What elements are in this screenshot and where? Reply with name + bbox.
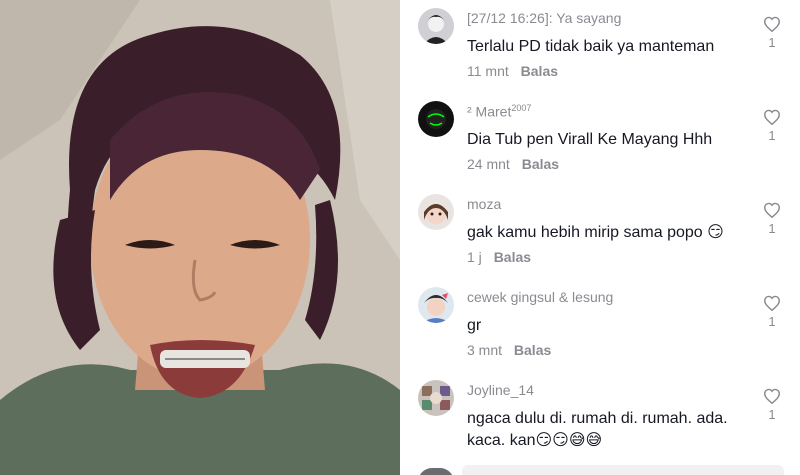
- comment-input[interactable]: [462, 465, 784, 475]
- like-count: 1: [768, 128, 776, 143]
- comment-input-bar: [400, 462, 800, 475]
- avatar[interactable]: [418, 194, 454, 230]
- comment-item: [27/12 16:26]: Ya sayang Terlalu PD tida…: [400, 0, 800, 93]
- comment-text: Dia Tub pen Virall Ke Mayang Hhh: [467, 131, 713, 148]
- comment-meta: 3 mnt Balas: [467, 342, 551, 358]
- heart-icon: [763, 16, 781, 32]
- avatar[interactable]: [418, 287, 454, 323]
- comment-username[interactable]: [27/12 16:26]: Ya sayang: [467, 10, 621, 26]
- like-count: 1: [768, 221, 776, 236]
- reply-button[interactable]: Balas: [521, 63, 558, 79]
- reply-button[interactable]: Balas: [494, 249, 531, 265]
- comment-item: moza gak kamu hebih mirip sama popo 😏 1 …: [400, 186, 800, 279]
- comment-text: gr: [467, 317, 482, 334]
- reply-button[interactable]: Balas: [522, 156, 559, 172]
- comment-time: 11 mnt: [467, 63, 509, 79]
- avatar[interactable]: [418, 380, 454, 416]
- comment-text: gak kamu hebih mirip sama popo 😏: [467, 224, 724, 241]
- comment-item: ² Maret2007 Dia Tub pen Virall Ke Mayang…: [400, 93, 800, 186]
- like-button[interactable]: 1: [762, 16, 782, 50]
- like-count: 1: [768, 35, 776, 50]
- comment-time: 3 mnt: [467, 342, 503, 358]
- like-count: 1: [768, 314, 776, 329]
- comment-time: 1 j: [467, 249, 482, 265]
- comment-username[interactable]: ² Maret2007: [467, 103, 531, 120]
- comment-meta: 1 j Balas: [467, 249, 531, 265]
- heart-icon: [763, 109, 781, 125]
- username-superscript: 2007: [511, 103, 532, 113]
- like-count: 1: [768, 407, 776, 422]
- like-button[interactable]: 1: [762, 109, 782, 143]
- comment-meta: 11 mnt Balas: [467, 63, 558, 79]
- comment-username[interactable]: cewek gingsul & lesung: [467, 289, 613, 305]
- video-frame[interactable]: [0, 0, 400, 475]
- comments-panel: [27/12 16:26]: Ya sayang Terlalu PD tida…: [400, 0, 800, 475]
- avatar: [418, 468, 454, 475]
- comment-username[interactable]: moza: [467, 196, 501, 212]
- like-button[interactable]: 1: [762, 295, 782, 329]
- reply-button[interactable]: Balas: [514, 342, 551, 358]
- heart-icon: [763, 202, 781, 218]
- avatar[interactable]: [418, 8, 454, 44]
- like-button[interactable]: 1: [762, 388, 782, 422]
- comment-meta: 24 mnt Balas: [467, 156, 559, 172]
- heart-icon: [763, 295, 781, 311]
- avatar[interactable]: [418, 101, 454, 137]
- like-button[interactable]: 1: [762, 202, 782, 236]
- comment-item: cewek gingsul & lesung gr 3 mnt Balas 1: [400, 279, 800, 372]
- video-image: [0, 0, 400, 475]
- comment-text: ngaca dulu di. rumah di. rumah. ada. kac…: [467, 410, 728, 449]
- comment-username[interactable]: Joyline_14: [467, 382, 534, 398]
- comment-item: Joyline_14 ngaca dulu di. rumah di. ruma…: [400, 372, 800, 465]
- comment-time: 24 mnt: [467, 156, 510, 172]
- heart-icon: [763, 388, 781, 404]
- comment-text: Terlalu PD tidak baik ya manteman: [467, 38, 715, 55]
